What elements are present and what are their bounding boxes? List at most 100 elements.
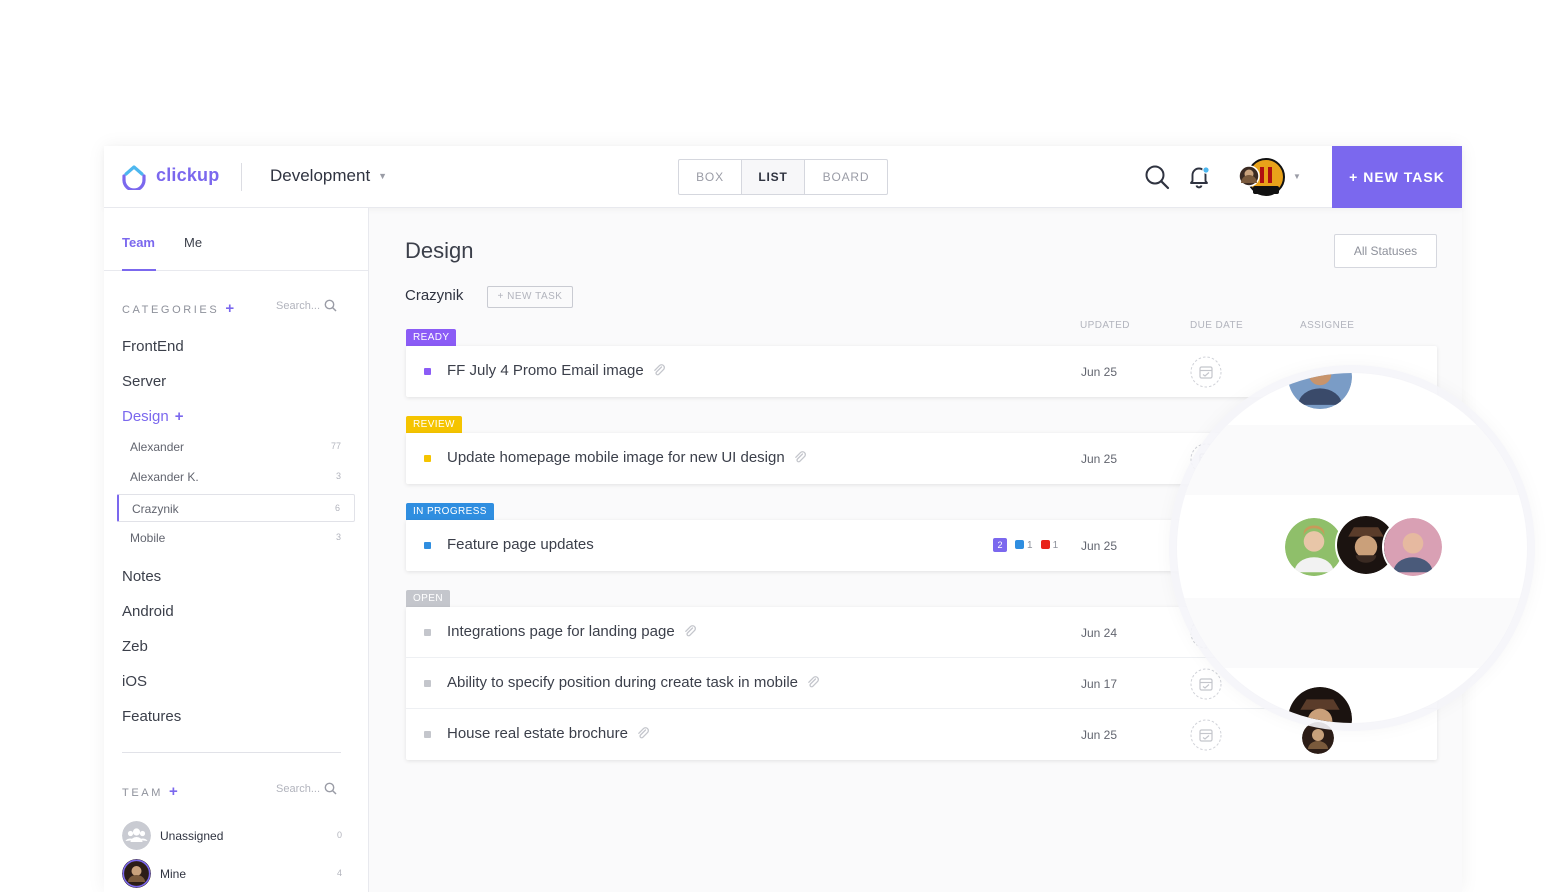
blue-tag-badge[interactable]: 1 [1015, 539, 1033, 551]
task-updated: Jun 25 [1081, 365, 1118, 379]
status-dot [424, 680, 431, 687]
status-badge: IN PROGRESS [406, 503, 494, 520]
list-item-crazynik[interactable]: Crazynik 6 [117, 494, 355, 522]
member-mine[interactable]: Mine 4 [122, 859, 342, 889]
view-board-button[interactable]: BOARD [805, 160, 887, 194]
list-item-alexander-k[interactable]: Alexander K. 3 [117, 463, 355, 491]
paperclip-icon [638, 727, 649, 739]
task-name-text: Ability to specify position during creat… [447, 674, 799, 691]
logo[interactable]: clickup [120, 160, 219, 190]
assignee-magnifier [1177, 373, 1527, 723]
calendar-icon[interactable] [1190, 668, 1222, 700]
active-tab-indicator [122, 269, 156, 271]
column-due-date[interactable]: DUE DATE [1190, 320, 1243, 331]
magnified-row-band [1177, 425, 1527, 495]
team-search[interactable]: Search... [276, 782, 337, 795]
header-divider [241, 163, 242, 191]
team-search-placeholder: Search... [276, 782, 321, 795]
chevron-down-icon: ▼ [378, 171, 388, 181]
sidebar-item-android[interactable]: Android [122, 603, 174, 620]
logo-text: clickup [156, 164, 220, 185]
task-name-text: House real estate brochure [447, 725, 628, 742]
tag-square-icon [1040, 539, 1050, 549]
assignee-avatar[interactable] [1288, 687, 1352, 723]
project-selector[interactable]: Development ▼ [270, 166, 387, 186]
list-item-mobile[interactable]: Mobile 3 [117, 524, 355, 552]
view-switcher: BOX LIST BOARD [678, 159, 888, 195]
task-name: Ability to specify position during creat… [447, 674, 820, 691]
column-assignee[interactable]: ASSIGNEE [1300, 320, 1354, 331]
task-name-text: Integrations page for landing page [447, 623, 675, 640]
list-item-label: Alexander K. [130, 470, 199, 484]
add-member-icon[interactable]: + [169, 783, 178, 800]
calendar-icon[interactable] [1190, 356, 1222, 388]
clickup-logo-icon [122, 165, 146, 190]
sidebar-item-zeb[interactable]: Zeb [122, 638, 148, 655]
search-icon [324, 299, 337, 312]
tab-me[interactable]: Me [184, 235, 202, 250]
chevron-down-icon[interactable]: ▼ [1293, 172, 1301, 181]
search-icon [324, 782, 337, 795]
task-name: Feature page updates [447, 536, 594, 553]
sidebar-item-design[interactable]: Design + [122, 408, 183, 425]
search-icon[interactable] [1144, 164, 1170, 190]
sidebar-item-notes[interactable]: Notes [122, 568, 161, 585]
sidebar-item-frontend[interactable]: FrontEnd [122, 338, 184, 355]
team-heading-label: TEAM [122, 787, 163, 799]
blue-tag-count: 1 [1027, 539, 1033, 551]
status-dot [424, 368, 431, 375]
task-badges: 2 1 1 [993, 538, 1058, 552]
list-item-count: 77 [330, 441, 341, 451]
column-updated[interactable]: UPDATED [1080, 320, 1130, 331]
assignee-avatar[interactable] [1382, 516, 1444, 578]
calendar-icon[interactable] [1190, 719, 1222, 751]
list-title: Crazynik [405, 287, 464, 304]
view-box-button[interactable]: BOX [679, 160, 742, 194]
member-count: 4 [336, 868, 342, 878]
sidebar-item-server[interactable]: Server [122, 373, 166, 390]
avatar [122, 859, 151, 888]
red-tag-badge[interactable]: 1 [1040, 539, 1059, 551]
task-updated: Jun 24 [1081, 626, 1118, 640]
task-name: Update homepage mobile image for new UI … [447, 449, 807, 466]
task-name-text: Update homepage mobile image for new UI … [447, 449, 785, 466]
sidebar-divider [122, 752, 341, 753]
add-list-icon[interactable]: + [175, 408, 184, 425]
list-item-label: Crazynik [132, 502, 179, 516]
assignee-avatar[interactable] [1302, 722, 1334, 754]
status-badge: REVIEW [406, 416, 462, 433]
status-dot [424, 629, 431, 636]
subtask-count-badge[interactable]: 2 [993, 538, 1007, 552]
sidebar-item-features[interactable]: Features [122, 708, 181, 725]
category-search[interactable]: Search... [276, 299, 337, 312]
list-item-count: 3 [335, 532, 341, 542]
new-task-button[interactable]: + NEW TASK [1332, 146, 1462, 208]
add-task-button[interactable]: + NEW TASK [487, 286, 573, 308]
table-row[interactable]: House real estate brochure Jun 25 [406, 709, 1437, 760]
group-icon [122, 821, 151, 850]
assignee-avatar[interactable] [1288, 373, 1352, 409]
paperclip-icon [653, 364, 665, 376]
status-dot [424, 542, 431, 549]
category-search-placeholder: Search... [276, 299, 321, 312]
tab-team[interactable]: Team [122, 235, 155, 250]
team-heading: TEAM + [122, 783, 178, 800]
bell-icon[interactable] [1186, 164, 1212, 190]
paperclip-icon [684, 625, 696, 637]
status-badge: READY [406, 329, 457, 346]
member-unassigned[interactable]: Unassigned 0 [122, 821, 342, 851]
list-item-alexander[interactable]: Alexander 77 [117, 433, 355, 461]
status-filter-button[interactable]: All Statuses [1334, 234, 1437, 268]
member-name: Unassigned [160, 829, 224, 843]
view-list-button[interactable]: LIST [742, 160, 805, 194]
task-updated: Jun 25 [1081, 452, 1118, 466]
add-category-icon[interactable]: + [225, 300, 234, 317]
sidebar-item-ios[interactable]: iOS [122, 673, 147, 690]
user-avatar[interactable] [1238, 157, 1286, 197]
task-updated: Jun 25 [1081, 539, 1118, 553]
member-name: Mine [160, 867, 187, 881]
magnified-row-band [1177, 598, 1527, 668]
status-badge: OPEN [406, 590, 450, 607]
status-dot [424, 731, 431, 738]
red-tag-count: 1 [1052, 539, 1059, 551]
